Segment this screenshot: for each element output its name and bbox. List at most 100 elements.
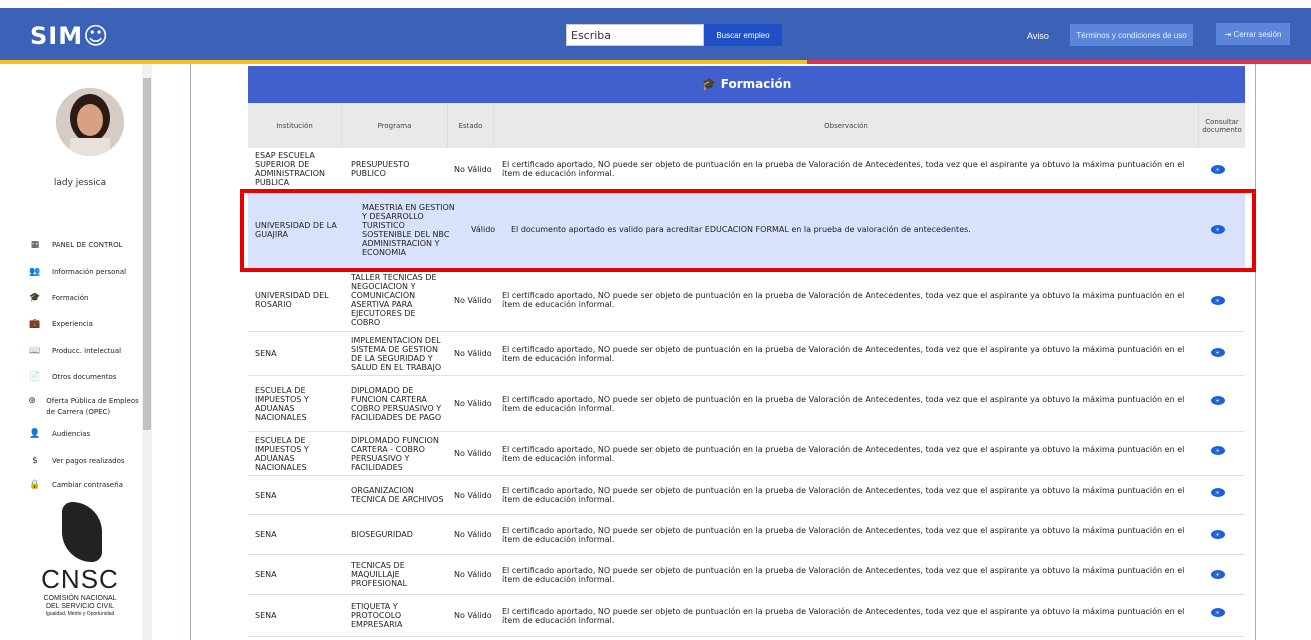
cnsc-emblem-icon [62, 502, 102, 562]
cell-programa: ORGANIZACION TECNICA DE ARCHIVOS [351, 486, 444, 504]
cell-observacion: El certificado aportado, NO puede ser ob… [502, 160, 1185, 178]
cell-estado: No Válido [454, 570, 492, 579]
logout-button[interactable]: ⇥ Cerrar sesión [1216, 23, 1290, 45]
globe-icon: ⊛ [28, 396, 36, 406]
sidebar-item-experiencia[interactable]: 💼 Experiencia [28, 319, 93, 330]
search-input[interactable] [566, 24, 704, 46]
view-document-eye-icon[interactable] [1211, 296, 1225, 305]
sidebar-item-label: Experiencia [52, 320, 93, 328]
sidebar-item-label: Oferta Pública de Empleos de Carrera (OP… [46, 397, 139, 416]
sidebar-item-cambiar-contrasena[interactable]: 🔒 Cambiar contraseña [28, 480, 123, 491]
view-document-eye-icon[interactable] [1211, 165, 1225, 174]
aviso-link[interactable]: Aviso [1027, 31, 1049, 41]
header-estado: Estado [448, 103, 494, 148]
people-icon: 👥 [29, 267, 41, 277]
cell-institucion: SENA [255, 530, 277, 539]
sidebar-item-label: Ver pagos realizados [52, 457, 125, 465]
table-row: SENA IMPLEMENTACION DEL SISTEMA DE GESTI… [248, 332, 1245, 376]
cell-estado: No Válido [454, 295, 492, 305]
avatar [56, 88, 124, 156]
cnsc-line1: COMISIÓN NACIONAL [43, 595, 117, 602]
sidebar-item-panel-de-control[interactable]: ▦ PANEL DE CONTROL [28, 240, 123, 251]
lock-icon: 🔒 [29, 480, 41, 490]
cell-observacion: El certificado aportado, NO puede ser ob… [502, 394, 1185, 413]
header-institucion: Institución [248, 103, 342, 148]
view-document-eye-icon[interactable] [1211, 608, 1225, 617]
view-document-eye-icon[interactable] [1211, 488, 1225, 497]
sidebar-item-audiencias[interactable]: 👤 Audiencias [28, 429, 90, 440]
cell-institucion: ESCUELA DE IMPUESTOS Y ADUANAS NACIONALE… [255, 435, 309, 472]
cell-institucion: ESAP ESCUELA SUPERIOR DE ADMINISTRACION … [255, 151, 325, 187]
view-document-eye-icon[interactable] [1211, 446, 1225, 455]
cell-institucion: SENA [255, 611, 277, 620]
table-header: Institución Programa Estado Observación … [248, 103, 1245, 148]
dashboard-icon: ▦ [30, 240, 40, 250]
cell-observacion: El certificado aportado, NO puede ser ob… [502, 565, 1185, 584]
top-navbar: SIM☺ Buscar empleo Aviso Términos y cond… [0, 8, 1311, 60]
sidebar-item-ver-pagos[interactable]: $ Ver pagos realizados [28, 456, 125, 467]
cell-programa: BIOSEGURIDAD [351, 530, 413, 539]
cell-programa: DIPLOMADO DE FUNCION CARTERA COBRO PERSU… [351, 385, 442, 422]
book-icon: 📖 [29, 346, 41, 356]
document-icon: 📄 [29, 372, 41, 382]
sidebar-item-formacion[interactable]: 🎓 Formación [28, 293, 88, 304]
sidebar-item-label: Cambiar contraseña [52, 481, 123, 489]
view-document-eye-icon[interactable] [1211, 530, 1225, 539]
cell-programa: TECNICAS DE MAQUILLAJE PROFESIONAL [351, 561, 407, 588]
table-row: ESAP ESCUELA SUPERIOR DE ADMINISTRACION … [248, 148, 1245, 191]
view-document-eye-icon[interactable] [1211, 348, 1225, 357]
cell-estado: No Válido [454, 399, 492, 408]
cell-estado: No Válido [454, 530, 492, 539]
cell-programa: DIPLOMADO FUNCION CARTERA - COBRO PERSUA… [351, 435, 439, 472]
table-row: ESCUELA DE IMPUESTOS Y ADUANAS NACIONALE… [248, 376, 1245, 432]
sidebar-item-opec[interactable]: ⊛ Oferta Pública de Empleos de Carrera (O… [28, 396, 140, 418]
sidebar-item-informacion-personal[interactable]: 👥 Información personal [28, 267, 126, 278]
table-row: SENA TECNICAS DE MAQUILLAJE PROFESIONAL … [248, 555, 1245, 595]
header-consultar: Consultar documento [1202, 117, 1242, 134]
cnsc-line2: DEL SERVICIO CIVIL [45, 603, 115, 610]
cell-observacion: El certificado aportado, NO puede ser ob… [502, 525, 1185, 544]
cell-programa: TALLER TECNICAS DE NEGOCIACION Y COMUNIC… [351, 273, 437, 327]
sidebar-item-otros-documentos[interactable]: 📄 Otros documentos [28, 372, 116, 383]
dollar-icon: $ [32, 456, 38, 466]
table-row: SENA ORGANIZACION TECNICA DE ARCHIVOS No… [248, 476, 1245, 515]
highlight-annotation-box [240, 189, 1256, 272]
view-document-eye-icon[interactable] [1211, 396, 1225, 405]
cell-institucion: SENA [255, 349, 277, 358]
cell-estado: No Válido [454, 449, 492, 458]
sidebar-item-label: Audiencias [52, 430, 91, 438]
simo-logo[interactable]: SIM☺ [30, 22, 109, 50]
cell-observacion: El certificado aportado, NO puede ser ob… [502, 606, 1185, 625]
cell-observacion: El certificado aportado, NO puede ser ob… [502, 486, 1185, 504]
sidebar-item-label: Producc. intelectual [52, 347, 122, 355]
table-row: SENA ETIQUETA Y PROTOCOLO EMPRESARIA No … [248, 595, 1245, 637]
cell-observacion: El certificado aportado, NO puede ser ob… [502, 291, 1185, 309]
sidebar-item-label: Formación [52, 294, 89, 302]
user-voice-icon: 👤 [29, 429, 41, 439]
avatar-photo [56, 88, 124, 156]
user-name: lady jessica [53, 178, 107, 188]
table-row: ESCUELA DE IMPUESTOS Y ADUANAS NACIONALE… [248, 432, 1245, 476]
cell-institucion: UNIVERSIDAD DEL ROSARIO [255, 291, 329, 309]
search-job-button[interactable]: Buscar empleo [704, 24, 782, 46]
cell-programa: IMPLEMENTACION DEL SISTEMA DE GESTION DE… [351, 335, 442, 372]
graduation-icon: 🎓 [29, 293, 41, 303]
cell-observacion: El certificado aportado, NO puede ser ob… [502, 444, 1185, 463]
cell-institucion: SENA [255, 490, 277, 500]
sidebar-scrollbar-thumb[interactable] [143, 78, 151, 430]
cnsc-name: CNSC [41, 564, 119, 594]
table-row: SENA BIOSEGURIDAD No Válido El certifica… [248, 515, 1245, 555]
cell-programa: ETIQUETA Y PROTOCOLO EMPRESARIA [351, 602, 403, 629]
cell-programa: PRESUPUESTO PUBLICO [351, 160, 410, 178]
sidebar-item-produccion-intelectual[interactable]: 📖 Producc. intelectual [28, 346, 121, 357]
view-document-eye-icon[interactable] [1211, 570, 1225, 579]
header-observacion: Observación [494, 103, 1199, 148]
sidebar-item-label: Otros documentos [52, 373, 117, 381]
section-title: 🎓 Formación [248, 66, 1245, 103]
cnsc-tagline: Igualdad, Mérito y Oportunidad [45, 611, 115, 617]
briefcase-icon: 💼 [29, 319, 41, 329]
cell-observacion: El certificado aportado, NO puede ser ob… [502, 344, 1185, 363]
terms-button[interactable]: Términos y condiciones de uso [1070, 24, 1193, 46]
cell-estado: No Válido [454, 490, 492, 500]
sidebar-item-label: Información personal [52, 268, 127, 276]
